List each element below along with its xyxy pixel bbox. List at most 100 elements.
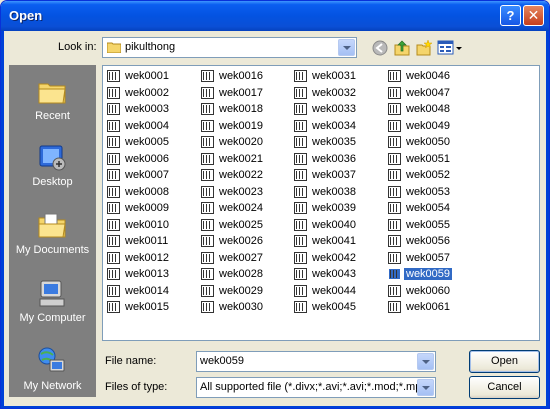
cancel-button[interactable]: Cancel (469, 376, 540, 399)
file-item[interactable]: wek0024 (199, 200, 265, 216)
views-menu-icon[interactable] (437, 39, 463, 57)
file-item[interactable]: wek0026 (199, 233, 265, 249)
window-title: Open (9, 8, 43, 23)
file-item[interactable]: wek0059 (386, 266, 454, 282)
file-list[interactable]: wek0001 wek0002 wek0003 wek0004 wek0005 wek00… (102, 65, 540, 341)
file-item[interactable]: wek0016 (199, 68, 265, 84)
file-item[interactable]: wek0044 (292, 283, 358, 299)
file-item-label: wek0014 (125, 284, 170, 297)
file-item[interactable]: wek0030 (199, 299, 265, 315)
file-item[interactable]: wek0034 (292, 118, 358, 134)
place-my-documents[interactable]: My Documents (10, 204, 95, 270)
file-item[interactable]: wek0052 (386, 167, 452, 183)
place-desktop[interactable]: Desktop (10, 136, 95, 202)
file-item[interactable]: wek0008 (105, 184, 171, 200)
chevron-down-icon[interactable] (417, 379, 434, 396)
file-item-label: wek0022 (219, 169, 264, 181)
place-my-computer[interactable]: My Computer (10, 272, 95, 338)
file-item[interactable]: wek0051 (386, 151, 452, 167)
file-item[interactable]: wek0054 (386, 200, 452, 216)
file-name-field[interactable]: wek0059 (196, 351, 436, 372)
file-item[interactable]: wek0018 (199, 101, 265, 117)
file-item[interactable]: wek0042 (292, 250, 358, 266)
file-item[interactable]: wek0037 (292, 167, 358, 183)
file-type-dropdown[interactable]: All supported file (*.divx;*.avi;*.avi;*… (196, 377, 436, 398)
video-file-icon (294, 185, 307, 198)
file-item[interactable]: wek0033 (292, 101, 358, 117)
file-item[interactable]: wek0006 (105, 151, 171, 167)
file-item-label: wek0047 (406, 86, 451, 99)
folder-icon (107, 42, 121, 53)
file-item-label: wek0007 (125, 169, 170, 181)
chevron-down-icon[interactable] (417, 353, 434, 370)
file-item[interactable]: wek0046 (386, 68, 452, 84)
new-folder-icon[interactable] (415, 39, 433, 57)
file-item-label: wek0018 (219, 103, 264, 115)
file-item[interactable]: wek0055 (386, 217, 452, 233)
back-icon[interactable] (371, 39, 389, 57)
file-item[interactable]: wek0027 (199, 250, 265, 266)
file-item[interactable]: wek0007 (105, 167, 171, 183)
my-computer-icon (39, 280, 65, 307)
video-file-icon (294, 119, 307, 132)
file-item[interactable]: wek0001 (105, 68, 171, 84)
file-item[interactable]: wek0050 (386, 134, 452, 150)
open-button[interactable]: Open (469, 350, 540, 373)
file-item[interactable]: wek0061 (386, 299, 452, 315)
file-item[interactable]: wek0015 (105, 299, 171, 315)
file-item[interactable]: wek0038 (292, 184, 358, 200)
file-item[interactable]: wek0019 (199, 118, 265, 134)
file-item[interactable]: wek0040 (292, 217, 358, 233)
file-item[interactable]: wek0022 (199, 167, 265, 183)
file-item[interactable]: wek0045 (292, 299, 358, 315)
file-item[interactable]: wek0011 (105, 233, 170, 249)
help-button[interactable]: ? (500, 5, 521, 26)
title-bar[interactable]: Open ? ✕ (1, 1, 549, 31)
file-item[interactable]: wek0031 (292, 68, 358, 84)
file-item[interactable]: wek0012 (105, 250, 171, 266)
file-item[interactable]: wek0025 (199, 217, 265, 233)
file-item[interactable]: wek0043 (292, 266, 358, 282)
file-item[interactable]: wek0039 (292, 200, 358, 216)
file-item[interactable]: wek0003 (105, 101, 171, 117)
file-item[interactable]: wek0020 (199, 134, 265, 150)
file-item[interactable]: wek0021 (199, 151, 265, 167)
file-item[interactable]: wek0013 (105, 266, 171, 282)
file-item[interactable]: wek0060 (386, 283, 452, 299)
file-item[interactable]: wek0047 (386, 85, 452, 101)
file-item[interactable]: wek0029 (199, 283, 265, 299)
file-item[interactable]: wek0048 (386, 101, 452, 117)
file-item[interactable]: wek0014 (105, 283, 171, 299)
file-item[interactable]: wek0057 (386, 250, 452, 266)
file-item[interactable]: wek0056 (386, 233, 452, 249)
file-item[interactable]: wek0010 (105, 217, 171, 233)
file-item-label: wek0009 (125, 202, 170, 214)
file-item[interactable]: wek0041 (292, 233, 358, 249)
place-my-network[interactable]: My Network (10, 340, 95, 406)
file-item[interactable]: wek0053 (386, 184, 452, 200)
look-in-dropdown[interactable]: pikulthong (102, 37, 357, 58)
look-in-label: Look in: (58, 41, 97, 53)
file-item[interactable]: wek0009 (105, 200, 171, 216)
file-item[interactable]: wek0004 (105, 118, 171, 134)
file-item-label: wek0016 (219, 70, 264, 82)
file-item-label: wek0034 (312, 119, 357, 132)
chevron-down-icon[interactable] (338, 39, 355, 56)
file-item[interactable]: wek0002 (105, 85, 171, 101)
file-item[interactable]: wek0028 (199, 266, 265, 282)
file-item[interactable]: wek0005 (105, 134, 171, 150)
file-item[interactable]: wek0023 (199, 184, 265, 200)
file-item[interactable]: wek0049 (386, 118, 452, 134)
file-item-label: wek0029 (219, 284, 264, 297)
file-item-label: wek0010 (125, 218, 170, 231)
place-recent[interactable]: Recent (10, 70, 95, 136)
close-button[interactable]: ✕ (523, 5, 544, 26)
file-item[interactable]: wek0032 (292, 85, 358, 101)
video-file-icon (107, 169, 120, 181)
video-file-icon (201, 86, 214, 99)
file-item[interactable]: wek0036 (292, 151, 358, 167)
video-file-icon (294, 284, 307, 297)
file-item[interactable]: wek0035 (292, 134, 358, 150)
file-item[interactable]: wek0017 (199, 85, 265, 101)
up-folder-icon[interactable] (393, 39, 411, 57)
